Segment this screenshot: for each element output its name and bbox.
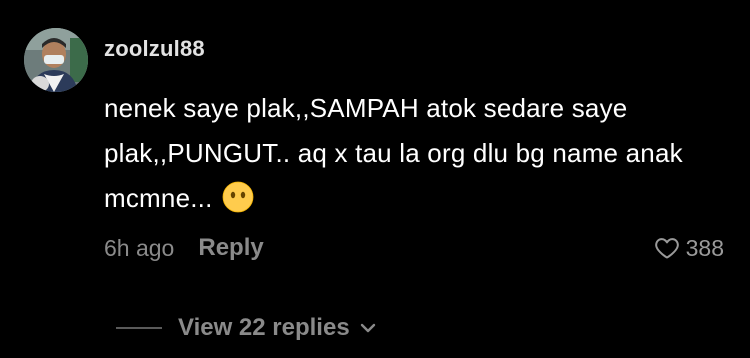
comment-timestamp: 6h ago	[104, 234, 175, 261]
avatar[interactable]	[24, 28, 88, 92]
comment-body: nenek saye plak,,SAMPAH atok sedare saye…	[104, 86, 724, 221]
avatar-image	[24, 28, 88, 92]
like-count: 388	[685, 234, 724, 261]
comment-text: nenek saye plak,,SAMPAH atok sedare saye…	[104, 93, 683, 213]
comment-meta: 6h ago Reply	[104, 232, 264, 264]
reply-button[interactable]: Reply	[198, 234, 263, 262]
view-replies-label: View 22 replies	[178, 314, 350, 341]
heart-outline-icon	[654, 238, 679, 259]
face-without-mouth-emoji-icon	[222, 181, 254, 213]
view-replies-button[interactable]: View 22 replies	[116, 312, 376, 344]
like-button[interactable]: 388	[654, 232, 724, 264]
chevron-down-icon	[360, 323, 375, 333]
replies-divider	[116, 327, 162, 329]
comment-username[interactable]: zoolzul88	[104, 36, 205, 62]
